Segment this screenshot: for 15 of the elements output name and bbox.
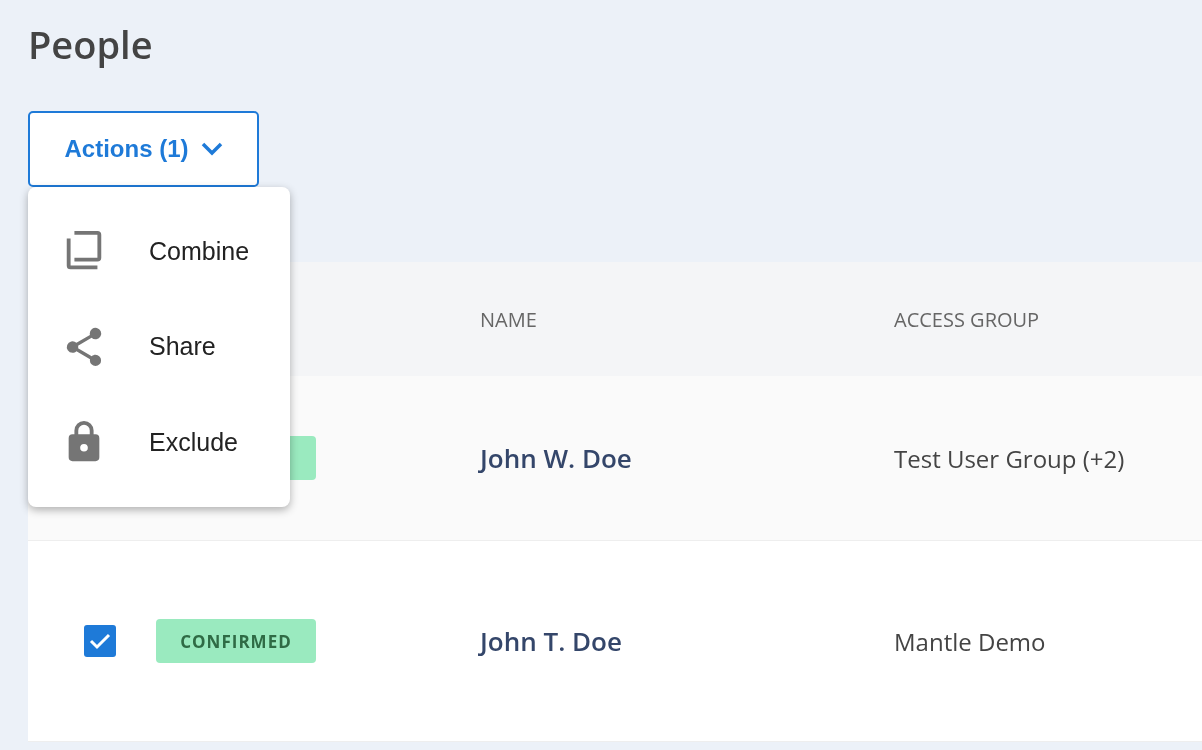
access-group: Test User Group (+2) (894, 441, 1202, 475)
person-name[interactable]: John W. Doe (480, 440, 894, 476)
chevron-down-icon (200, 142, 223, 156)
menu-item[interactable]: Combine (28, 204, 290, 300)
column-header: NAME (480, 305, 538, 333)
actions-button[interactable]: Actions (1) (28, 111, 259, 187)
access-group: Mantle Demo (894, 624, 1202, 658)
column-header: ACCESS GROUP (894, 305, 1041, 333)
menu-item[interactable]: Exclude (28, 394, 290, 490)
check-icon (89, 632, 111, 650)
status-badge: CONFIRMED (156, 619, 316, 663)
page-title: People (28, 18, 153, 70)
menu-item[interactable]: Share (28, 299, 290, 395)
person-name[interactable]: John T. Doe (480, 623, 894, 659)
checkbox[interactable] (84, 625, 116, 657)
